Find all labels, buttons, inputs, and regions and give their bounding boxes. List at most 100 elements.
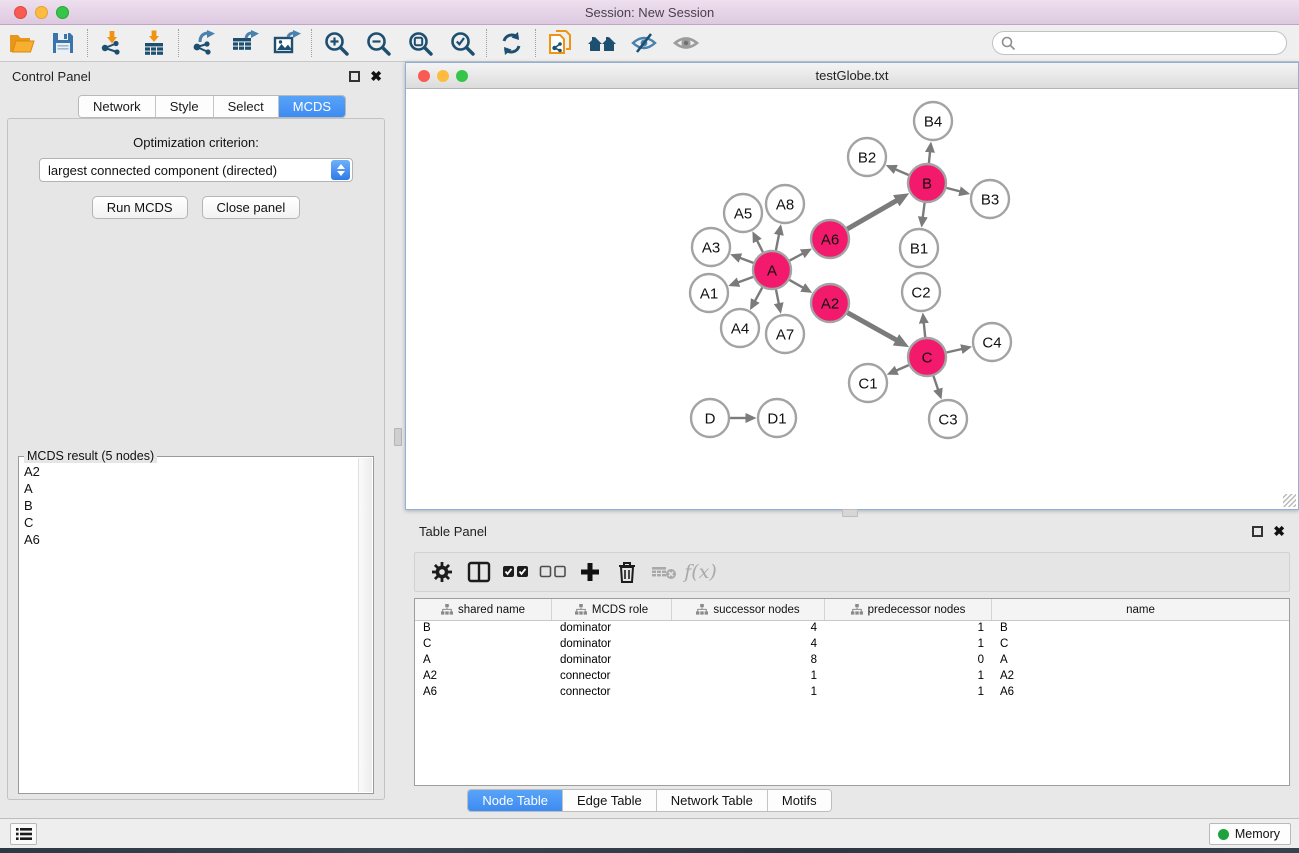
delete-table-icon[interactable] <box>645 556 682 588</box>
criterion-dropdown[interactable]: largest connected component (directed) <box>39 158 353 182</box>
graph-node-A5[interactable]: A5 <box>724 194 762 232</box>
graph-edge-A-A7[interactable] <box>776 290 779 304</box>
column-header-name[interactable]: name <box>992 599 1289 620</box>
column-header-successor-nodes[interactable]: successor nodes <box>672 599 825 620</box>
function-builder-icon[interactable]: f(x) <box>682 556 719 588</box>
tab-mcds[interactable]: MCDS <box>279 96 345 117</box>
table-cell[interactable]: A <box>992 653 1289 669</box>
result-scrollbar[interactable] <box>358 458 372 792</box>
graph-node-C[interactable]: C <box>908 338 946 376</box>
table-cell[interactable]: dominator <box>552 621 672 637</box>
graph-node-C2[interactable]: C2 <box>902 273 940 311</box>
graph-node-D[interactable]: D <box>691 399 729 437</box>
table-cell[interactable]: connector <box>552 685 672 701</box>
zoom-selected-icon[interactable] <box>441 27 483 59</box>
table-cell[interactable]: dominator <box>552 637 672 653</box>
close-window-button[interactable] <box>14 6 27 19</box>
table-cell[interactable]: 1 <box>672 685 825 701</box>
unselect-all-columns-icon[interactable] <box>534 556 571 588</box>
table-cell[interactable]: A <box>415 653 552 669</box>
close-table-panel-icon[interactable]: ✖ <box>1273 526 1285 537</box>
tab-edge-table[interactable]: Edge Table <box>563 790 657 811</box>
tab-network[interactable]: Network <box>79 96 156 117</box>
search-input[interactable] <box>1020 33 1286 53</box>
graph-node-A[interactable]: A <box>753 251 791 289</box>
graph-edge-A-A8[interactable] <box>776 234 779 250</box>
float-table-panel-icon[interactable] <box>1252 526 1263 537</box>
graph-node-C3[interactable]: C3 <box>929 400 967 438</box>
graph-edge-A-A1[interactable] <box>738 277 753 283</box>
table-row[interactable]: A6connector11A6 <box>415 685 1289 701</box>
mcds-result-item[interactable]: A6 <box>20 531 357 548</box>
table-row[interactable]: Cdominator41C <box>415 637 1289 653</box>
tab-style[interactable]: Style <box>156 96 214 117</box>
graph-node-A2[interactable]: A2 <box>811 284 849 322</box>
table-cell[interactable]: 1 <box>825 685 992 701</box>
close-panel-icon[interactable]: ✖ <box>370 71 382 82</box>
gear-icon[interactable] <box>423 556 460 588</box>
tab-select[interactable]: Select <box>214 96 279 117</box>
export-network-icon[interactable] <box>182 27 224 59</box>
network-canvas[interactable]: B4B2BB3A8A5A6A3B1AC2A1A2A4A7C4CC1C3DD1 <box>406 89 1298 509</box>
frame-close-button[interactable] <box>418 70 430 82</box>
frame-zoom-button[interactable] <box>456 70 468 82</box>
graph-edge-B-B1[interactable] <box>923 203 925 217</box>
table-cell[interactable]: A2 <box>992 669 1289 685</box>
graph-edge-A-A5[interactable] <box>757 241 763 253</box>
table-cell[interactable]: A2 <box>415 669 552 685</box>
refresh-icon[interactable] <box>490 27 532 59</box>
zoom-in-icon[interactable] <box>315 27 357 59</box>
mcds-result-item[interactable]: C <box>20 514 357 531</box>
graph-node-B1[interactable]: B1 <box>900 229 938 267</box>
table-cell[interactable]: C <box>992 637 1289 653</box>
table-cell[interactable]: A6 <box>415 685 552 701</box>
frame-minimize-button[interactable] <box>437 70 449 82</box>
graph-node-B4[interactable]: B4 <box>914 102 952 140</box>
column-header-MCDS-role[interactable]: MCDS role <box>552 599 672 620</box>
graph-edge-A-A3[interactable] <box>740 258 753 263</box>
table-cell[interactable]: 1 <box>825 637 992 653</box>
memory-button[interactable]: Memory <box>1209 823 1291 845</box>
zoom-window-button[interactable] <box>56 6 69 19</box>
graph-edge-A-A6[interactable] <box>790 254 803 261</box>
hide-graphics-icon[interactable] <box>623 27 665 59</box>
close-panel-button[interactable]: Close panel <box>202 196 301 219</box>
graph-edge-C-C4[interactable] <box>947 349 962 353</box>
graph-edge-C-C3[interactable] <box>933 376 938 390</box>
add-icon[interactable] <box>571 556 608 588</box>
mcds-result-item[interactable]: A <box>20 480 357 497</box>
tab-network-table[interactable]: Network Table <box>657 790 768 811</box>
tab-motifs[interactable]: Motifs <box>768 790 831 811</box>
mcds-result-item[interactable]: A2 <box>20 463 357 480</box>
table-cell[interactable]: B <box>992 621 1289 637</box>
graph-edge-C-C1[interactable] <box>896 365 908 370</box>
graph-edge-C-C2[interactable] <box>924 323 925 337</box>
table-cell[interactable]: C <box>415 637 552 653</box>
minimize-window-button[interactable] <box>35 6 48 19</box>
graph-node-A6[interactable]: A6 <box>811 220 849 258</box>
graph-edge-A6-B[interactable] <box>847 201 896 230</box>
graph-edge-B-B2[interactable] <box>895 169 908 175</box>
table-cell[interactable]: 1 <box>825 669 992 685</box>
mcds-result-item[interactable]: B <box>20 497 357 514</box>
float-panel-icon[interactable] <box>349 71 360 82</box>
table-cell[interactable]: 1 <box>825 621 992 637</box>
graph-node-C4[interactable]: C4 <box>973 323 1011 361</box>
save-session-icon[interactable] <box>42 27 84 59</box>
delete-icon[interactable] <box>608 556 645 588</box>
vertical-splitter-handle[interactable] <box>394 428 402 446</box>
open-file-icon[interactable] <box>0 27 42 59</box>
table-cell[interactable]: A6 <box>992 685 1289 701</box>
graph-node-B[interactable]: B <box>908 164 946 202</box>
graph-edge-A2-C[interactable] <box>848 313 897 340</box>
column-header-shared-name[interactable]: shared name <box>415 599 552 620</box>
table-cell[interactable]: 8 <box>672 653 825 669</box>
network-frame-titlebar[interactable]: testGlobe.txt <box>406 63 1298 89</box>
column-header-predecessor-nodes[interactable]: predecessor nodes <box>825 599 992 620</box>
split-columns-icon[interactable] <box>460 556 497 588</box>
graph-edge-B-B4[interactable] <box>929 152 930 163</box>
table-row[interactable]: A2connector11A2 <box>415 669 1289 685</box>
select-all-columns-icon[interactable] <box>497 556 534 588</box>
cybrowser-home-icon[interactable] <box>581 27 623 59</box>
import-table-icon[interactable] <box>133 27 175 59</box>
